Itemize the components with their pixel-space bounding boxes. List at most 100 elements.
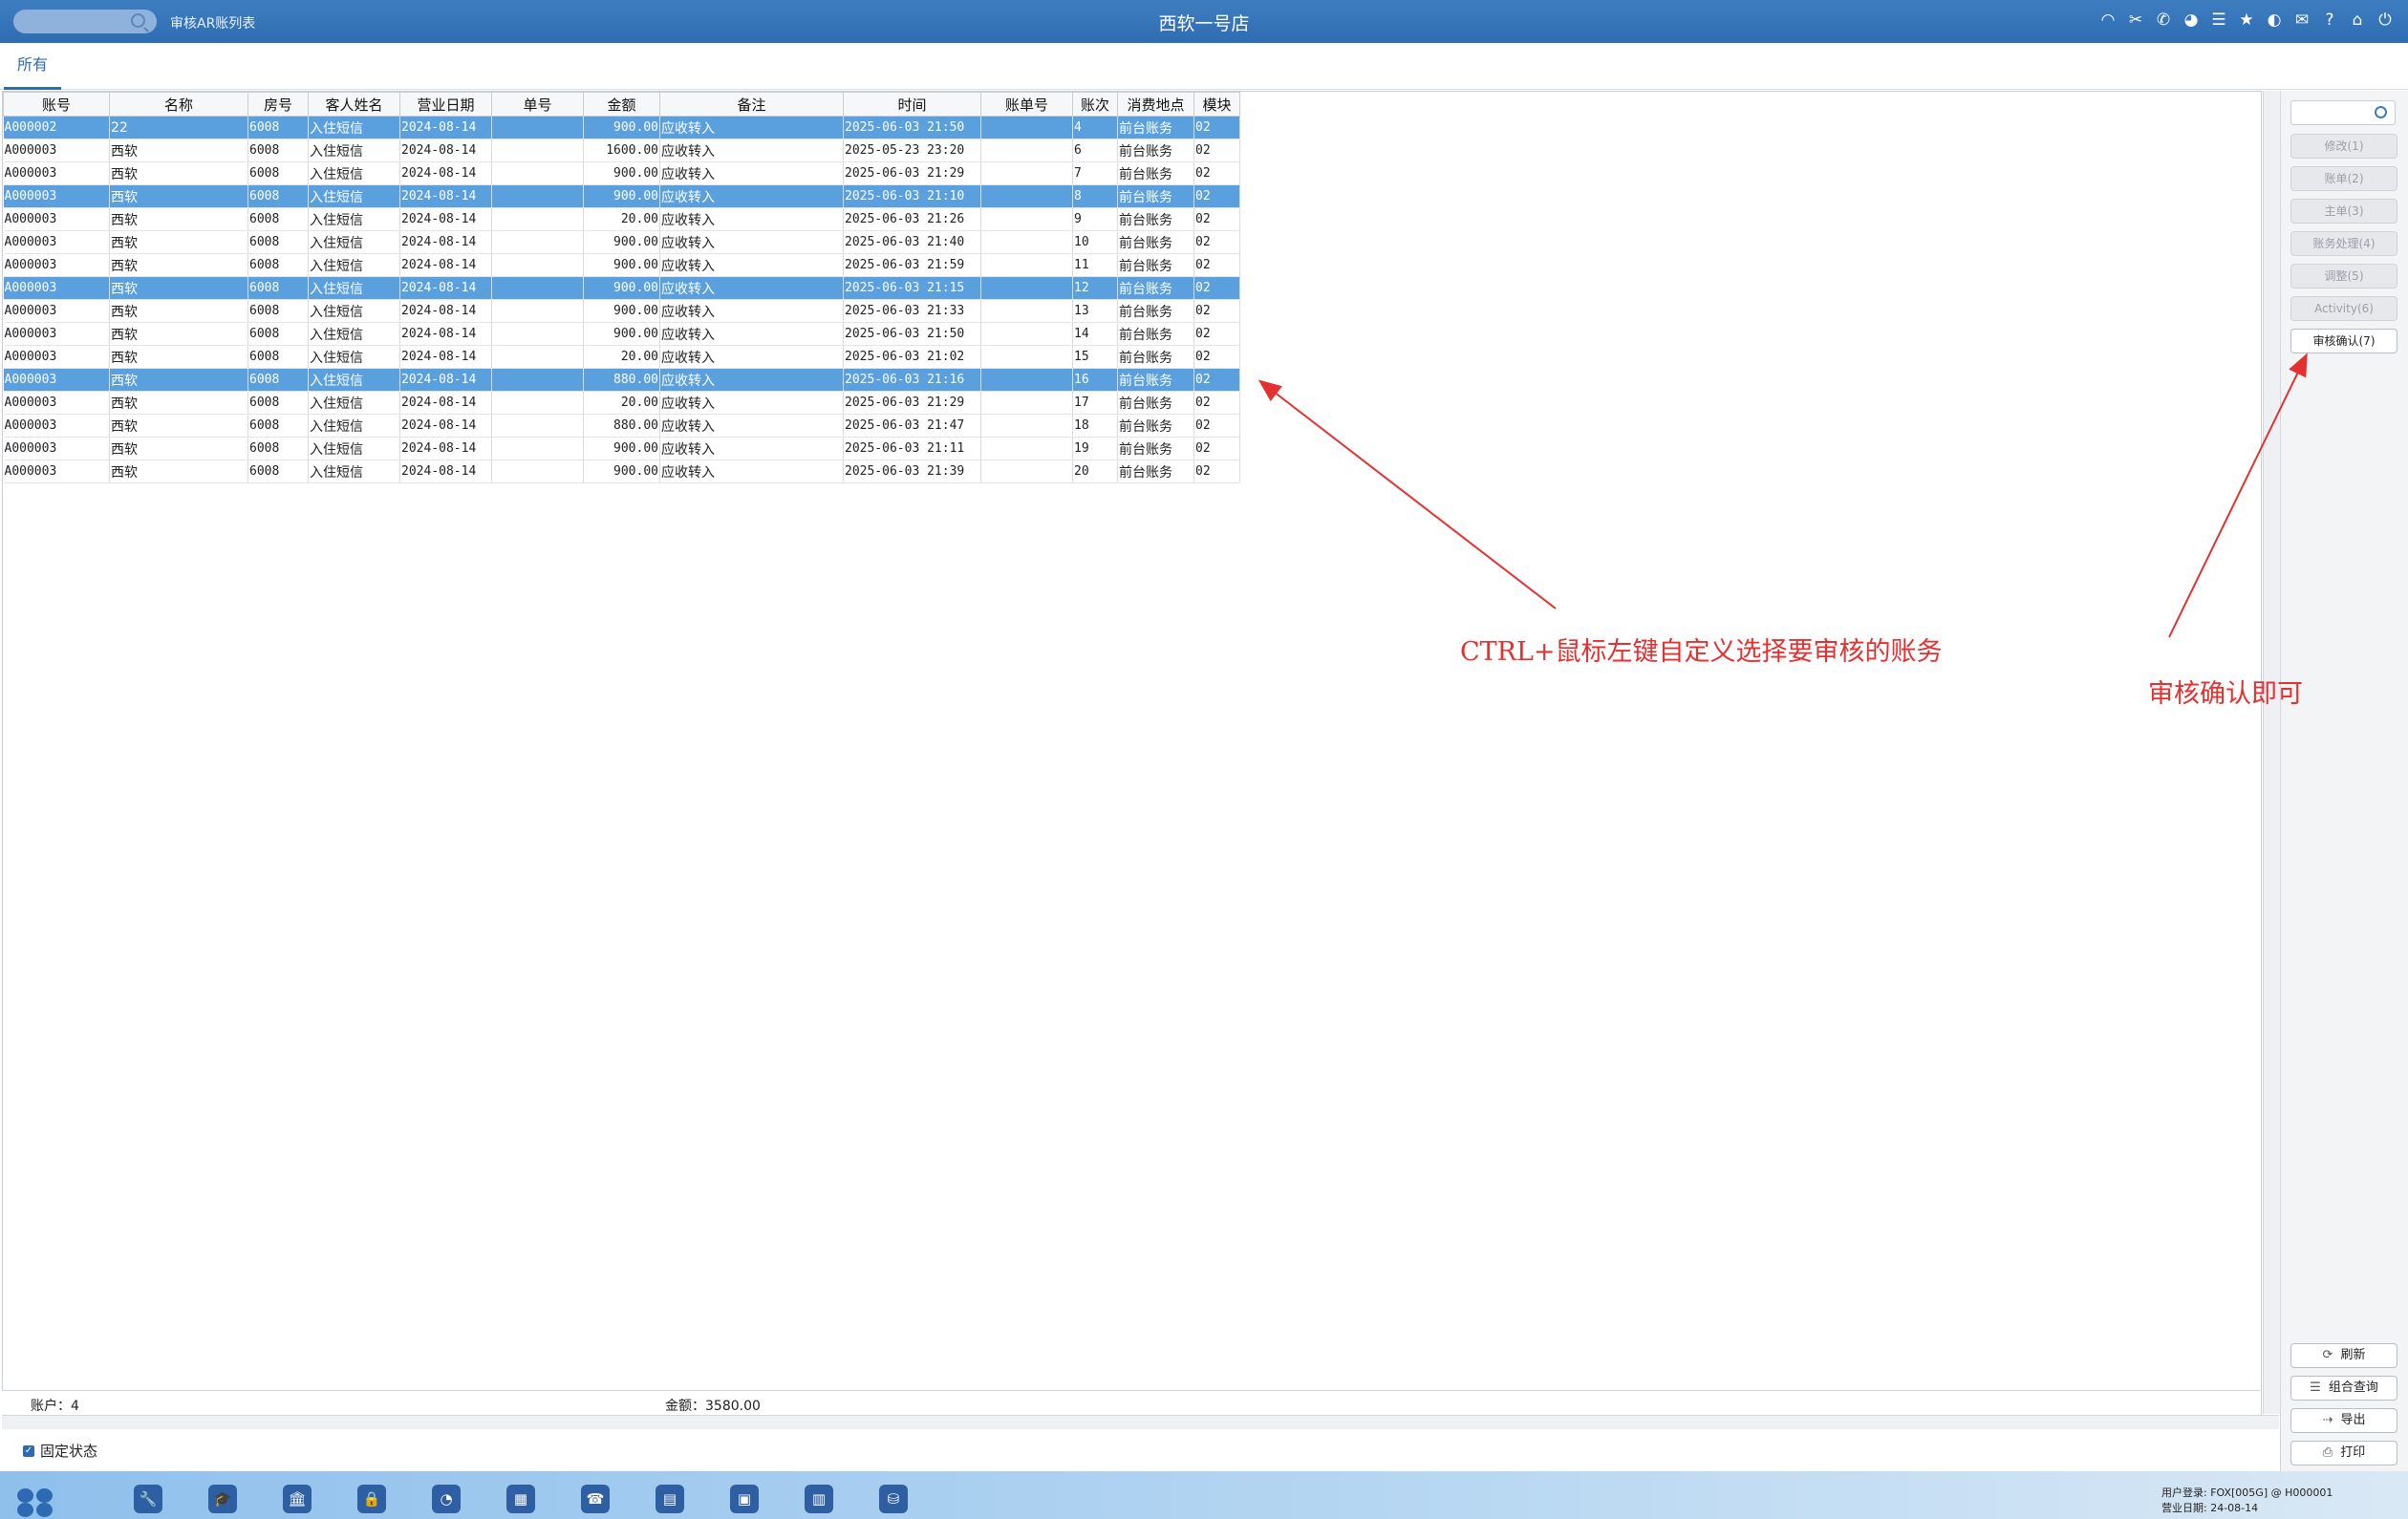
table-row[interactable]: A000003 西软 6008 入住短信 2024-08-14 1600.00 应收转入 20…: [3, 139, 1240, 162]
table-row[interactable]: A000003 西软 6008 入住短信 2024-08-14 900.00 应收转入 202…: [3, 184, 1240, 208]
wifi-icon[interactable]: ◠: [2098, 11, 2118, 30]
column-header[interactable]: 名称: [109, 92, 248, 117]
column-header[interactable]: 客人姓名: [308, 92, 400, 117]
table-cell: 应收转入: [659, 207, 844, 231]
table-cell: 20.00: [583, 391, 660, 415]
table-cell: 2025-06-03 21:26: [843, 207, 981, 231]
support-icon[interactable]: ☎: [581, 1485, 610, 1513]
table-cell: 900.00: [583, 116, 660, 139]
table-cell: 入住短信: [308, 322, 400, 346]
table-row[interactable]: A000003 西软 6008 入住短信 2024-08-14 900.00 应收转入 202…: [3, 437, 1240, 460]
table-cell: 2024-08-14: [399, 230, 492, 254]
id-card-icon[interactable]: ▤: [656, 1485, 684, 1513]
table-row[interactable]: A000003 西软 6008 入住短信 2024-08-14 20.00 应收转入 2025…: [3, 391, 1240, 415]
column-header[interactable]: 消费地点: [1117, 92, 1194, 117]
table-row[interactable]: A000003 西软 6008 入住短信 2024-08-14 880.00 应收转入 202…: [3, 368, 1240, 392]
report-icon[interactable]: ▥: [805, 1485, 833, 1513]
table-cell: 02: [1193, 276, 1240, 300]
table-cell: 2025-06-03 21:33: [843, 299, 981, 323]
table-cell: 14: [1072, 322, 1118, 346]
column-header[interactable]: 备注: [659, 92, 844, 117]
column-header[interactable]: 账单号: [980, 92, 1073, 117]
refresh-label: 刷新: [2340, 1348, 2366, 1362]
edit-button[interactable]: 修改(1): [2290, 134, 2397, 159]
horizontal-scrollbar[interactable]: [2, 1415, 2279, 1429]
table-cell: 2024-08-14: [399, 368, 492, 392]
refresh-button[interactable]: ⟳ 刷新: [2290, 1343, 2397, 1368]
home-icon[interactable]: ⌂: [2348, 11, 2367, 30]
table-cell: 应收转入: [659, 414, 844, 438]
table-cell: 前台账务: [1117, 276, 1194, 300]
table-cell: 2025-06-03 21:39: [843, 460, 981, 483]
table-cell: 1600.00: [583, 139, 660, 162]
mail-icon[interactable]: ✉: [2292, 11, 2311, 30]
export-button[interactable]: ⇢ 导出: [2290, 1408, 2397, 1433]
print-button[interactable]: ⎙ 打印: [2290, 1441, 2397, 1466]
table-row[interactable]: A000003 西软 6008 入住短信 2024-08-14 900.00 应收转入 202…: [3, 253, 1240, 277]
audit-confirm-button[interactable]: 审核确认(7): [2290, 329, 2397, 353]
column-header[interactable]: 账号: [3, 92, 110, 117]
power-icon[interactable]: ⏻: [2376, 11, 2395, 30]
table-cell: [491, 116, 584, 139]
tab-all[interactable]: 所有: [4, 43, 61, 90]
table-row[interactable]: A000003 西软 6008 入住短信 2024-08-14 20.00 应收转入 2025…: [3, 345, 1240, 369]
palette-icon[interactable]: ◕: [2182, 11, 2201, 30]
lock-icon[interactable]: 🔒: [357, 1485, 386, 1513]
contrast-icon[interactable]: ◐: [2265, 11, 2284, 30]
table-row[interactable]: A000003 西软 6008 入住短信 2024-08-14 900.00 应收转入 202…: [3, 460, 1240, 483]
adjust-button[interactable]: 调整(5): [2290, 264, 2397, 289]
table-row[interactable]: A000003 西软 6008 入住短信 2024-08-14 900.00 应收转入 202…: [3, 322, 1240, 346]
table-cell: 应收转入: [659, 184, 844, 208]
panel-search-input[interactable]: [2290, 100, 2396, 125]
menu-icon[interactable]: ☰: [2209, 11, 2228, 30]
table-row[interactable]: A000003 西软 6008 入住短信 2024-08-14 880.00 应收转入 202…: [3, 414, 1240, 438]
column-header[interactable]: 房号: [247, 92, 309, 117]
table-cell: 入住短信: [308, 437, 400, 460]
database-icon[interactable]: ⛁: [879, 1485, 908, 1513]
table-cell: 2025-06-03 21:29: [843, 391, 981, 415]
tools-icon[interactable]: ✂: [2126, 11, 2145, 30]
column-header[interactable]: 营业日期: [399, 92, 492, 117]
wrench-icon[interactable]: 🔧: [134, 1485, 162, 1513]
table-cell: 前台账务: [1117, 116, 1194, 139]
vertical-scrollbar[interactable]: [2263, 91, 2281, 1414]
combined-query-button[interactable]: ☰ 组合查询: [2290, 1376, 2397, 1401]
calculator-icon[interactable]: ▦: [506, 1485, 535, 1513]
export-icon: ⇢: [2322, 1413, 2333, 1427]
column-header[interactable]: 单号: [491, 92, 584, 117]
table-row[interactable]: A000003 西软 6008 入住短信 2024-08-14 900.00 应收转入 202…: [3, 230, 1240, 254]
contact-card-icon[interactable]: ▣: [730, 1485, 759, 1513]
bank-icon[interactable]: 🏛: [283, 1485, 312, 1513]
activity-button[interactable]: Activity(6): [2290, 296, 2397, 321]
table-cell: 应收转入: [659, 161, 844, 185]
account-processing-button[interactable]: 账务处理(4): [2290, 231, 2397, 256]
table-cell: [491, 368, 584, 392]
table-cell: 6008: [247, 322, 309, 346]
table-cell: 入住短信: [308, 116, 400, 139]
table-cell: [980, 322, 1073, 346]
bill-button[interactable]: 账单(2): [2290, 166, 2397, 191]
table-row[interactable]: A000003 西软 6008 入住短信 2024-08-14 900.00 应收转入 202…: [3, 276, 1240, 300]
table-cell: 2025-06-03 21:02: [843, 345, 981, 369]
table-cell: 6008: [247, 437, 309, 460]
table-row[interactable]: A000003 西软 6008 入住短信 2024-08-14 900.00 应收转入 202…: [3, 161, 1240, 185]
table-row[interactable]: A000002 22 6008 入住短信 2024-08-14 900.00 应收转入 202…: [3, 116, 1240, 139]
column-header[interactable]: 时间: [843, 92, 981, 117]
table-row[interactable]: A000003 西软 6008 入住短信 2024-08-14 20.00 应收转入 2025…: [3, 207, 1240, 231]
table-cell: 西软: [109, 139, 248, 162]
column-header[interactable]: 模块: [1193, 92, 1240, 117]
chart-icon[interactable]: ◔: [432, 1485, 461, 1513]
column-header[interactable]: 账次: [1072, 92, 1118, 117]
star-icon[interactable]: ★: [2237, 11, 2256, 30]
logo-icon[interactable]: [17, 1488, 55, 1519]
help-icon[interactable]: ?: [2320, 11, 2339, 30]
fixed-status-checkbox[interactable]: ✓ 固定状态: [23, 1441, 97, 1461]
column-header[interactable]: 金额: [583, 92, 660, 117]
table-row[interactable]: A000003 西软 6008 入住短信 2024-08-14 900.00 应收转入 202…: [3, 299, 1240, 323]
table-cell: 11: [1072, 253, 1118, 277]
master-bill-button[interactable]: 主单(3): [2290, 199, 2397, 224]
graduation-icon[interactable]: 🎓: [208, 1485, 237, 1513]
table-cell: 6008: [247, 207, 309, 231]
phone-icon[interactable]: ✆: [2154, 11, 2173, 30]
table-cell: 20: [1072, 460, 1118, 483]
